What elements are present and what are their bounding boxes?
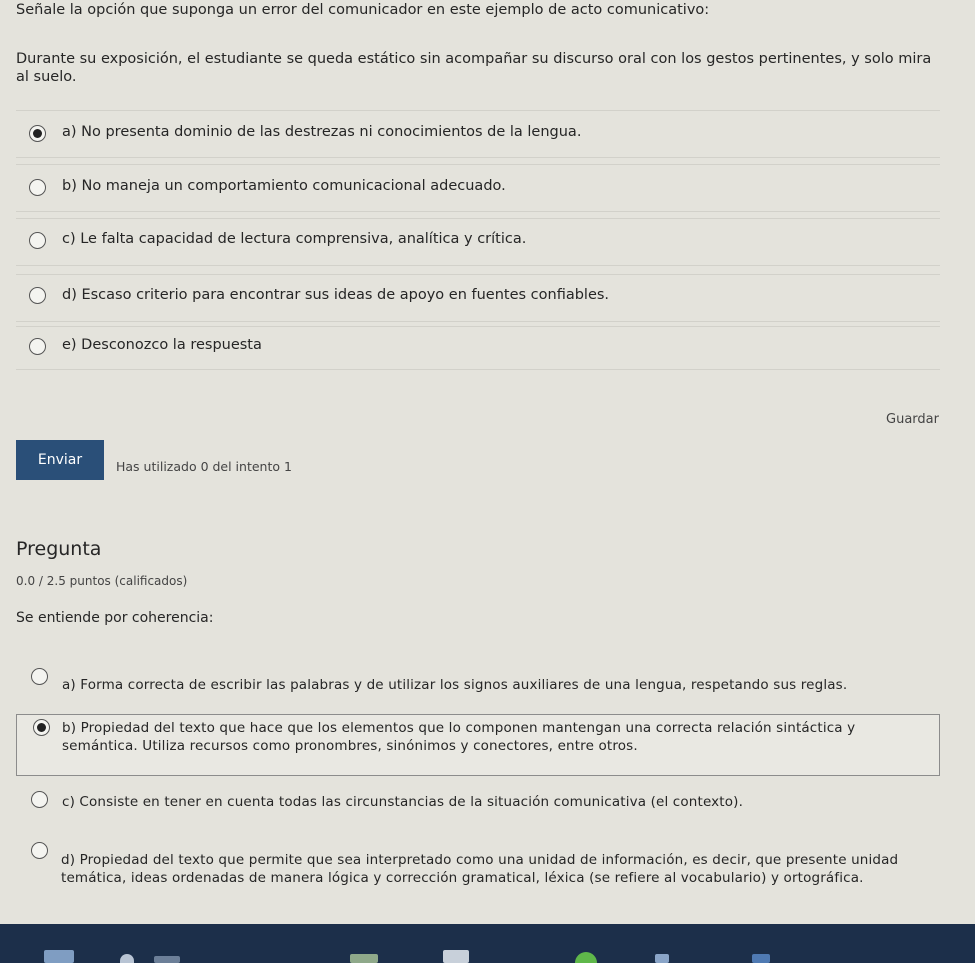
q1-option-d[interactable]: d) Escaso criterio para encontrar sus id… [16, 274, 940, 322]
q1-option-e[interactable]: e) Desconozco la respuesta [16, 326, 940, 370]
q1-option-e-radio[interactable] [29, 338, 46, 355]
q2-option-c[interactable]: c) Consiste en tener en cuenta todas las… [16, 784, 940, 820]
q1-option-a[interactable]: a) No presenta dominio de las destrezas … [16, 110, 940, 158]
taskbar [0, 924, 975, 963]
q2-option-d-label: d) Propiedad del texto que permite que s… [61, 852, 899, 886]
question-2-heading: Pregunta [16, 538, 102, 560]
browser-icon[interactable] [575, 952, 597, 963]
taskbar-label-icon [154, 956, 180, 963]
file-explorer-icon[interactable] [443, 950, 469, 963]
q2-option-c-radio[interactable] [31, 791, 48, 808]
save-link[interactable]: Guardar [886, 412, 939, 427]
q2-option-a-label: a) Forma correcta de escribir las palabr… [62, 677, 848, 693]
q1-option-c[interactable]: c) Le falta capacidad de lectura compren… [16, 218, 940, 266]
q1-option-c-label: c) Le falta capacidad de lectura compren… [62, 231, 527, 247]
question-2-points: 0.0 / 2.5 puntos (calificados) [16, 574, 188, 588]
q1-option-c-radio[interactable] [29, 232, 46, 249]
q1-option-d-radio[interactable] [29, 287, 46, 304]
q1-option-b[interactable]: b) No maneja un comportamiento comunicac… [16, 164, 940, 212]
q2-option-a[interactable]: a) Forma correcta de escribir las palabr… [16, 660, 940, 706]
q2-option-a-radio[interactable] [31, 668, 48, 685]
q1-option-e-label: e) Desconozco la respuesta [62, 337, 262, 353]
app-icon[interactable] [350, 954, 378, 963]
attempts-text: Has utilizado 0 del intento 1 [116, 459, 292, 474]
submit-button[interactable]: Enviar [16, 440, 104, 480]
app-icon-3[interactable] [752, 954, 770, 963]
q2-option-b[interactable]: b) Propiedad del texto que hace que los … [16, 714, 940, 776]
q1-option-b-radio[interactable] [29, 179, 46, 196]
question-1-stem: Durante su exposición, el estudiante se … [16, 51, 932, 85]
question-1-prompt: Señale la opción que suponga un error de… [16, 2, 710, 18]
app-icon-2[interactable] [655, 954, 669, 963]
q1-option-b-label: b) No maneja un comportamiento comunicac… [62, 178, 506, 194]
q1-option-a-label: a) No presenta dominio de las destrezas … [62, 124, 582, 140]
q1-option-a-radio[interactable] [29, 125, 46, 142]
widgets-icon[interactable] [44, 950, 74, 963]
q2-option-d[interactable]: d) Propiedad del texto que permite que s… [16, 836, 940, 916]
question-2-stem: Se entiende por coherencia: [16, 610, 214, 626]
q1-option-d-label: d) Escaso criterio para encontrar sus id… [62, 287, 610, 303]
q2-option-c-label: c) Consiste en tener en cuenta todas las… [62, 794, 744, 810]
q2-option-d-radio[interactable] [31, 842, 48, 859]
q2-option-b-radio[interactable] [33, 719, 50, 736]
q2-option-b-label: b) Propiedad del texto que hace que los … [62, 720, 856, 754]
weather-icon[interactable] [120, 954, 134, 963]
